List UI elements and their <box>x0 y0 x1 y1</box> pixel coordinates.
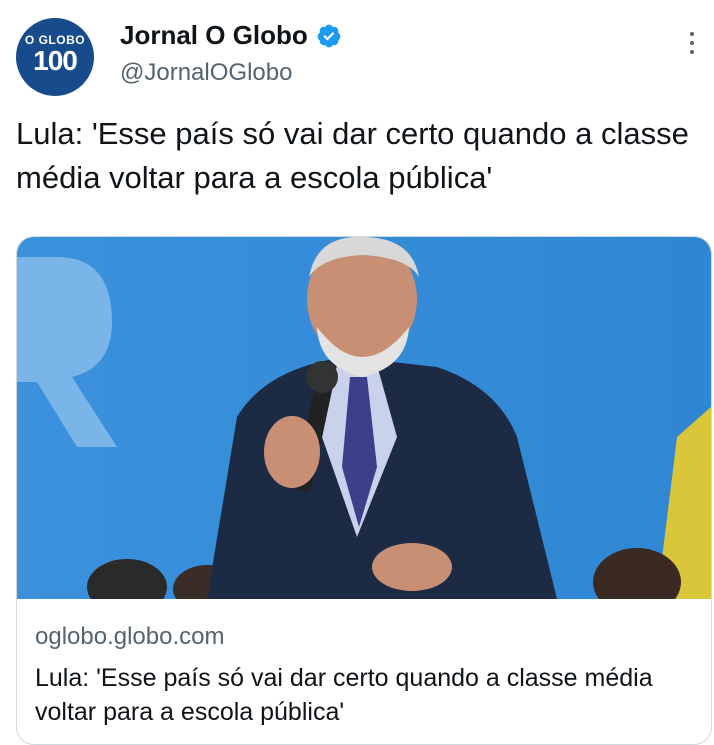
author-names: Jornal O Globo @JornalOGlobo <box>120 20 342 87</box>
avatar-number: 100 <box>33 45 78 76</box>
more-options-icon[interactable] <box>688 32 696 58</box>
tweet-text: Lula: 'Esse país só vai dar certo quando… <box>16 116 689 195</box>
display-name-row[interactable]: Jornal O Globo <box>120 20 342 51</box>
card-title[interactable]: Lula: 'Esse país só vai dar certo quando… <box>35 661 695 729</box>
avatar[interactable]: O GLOBO 100 <box>16 18 94 96</box>
card-domain[interactable]: oglobo.globo.com <box>35 623 224 651</box>
link-card[interactable]: oglobo.globo.com Lula: 'Esse país só vai… <box>16 236 712 745</box>
verified-badge-icon <box>317 24 341 47</box>
article-photo[interactable] <box>17 237 711 599</box>
handle[interactable]: @JornalOGlobo <box>120 59 342 87</box>
display-name[interactable]: Jornal O Globo <box>120 20 308 51</box>
tweet-header: O GLOBO 100 Jornal O Globo @JornalOGlobo <box>16 18 698 98</box>
